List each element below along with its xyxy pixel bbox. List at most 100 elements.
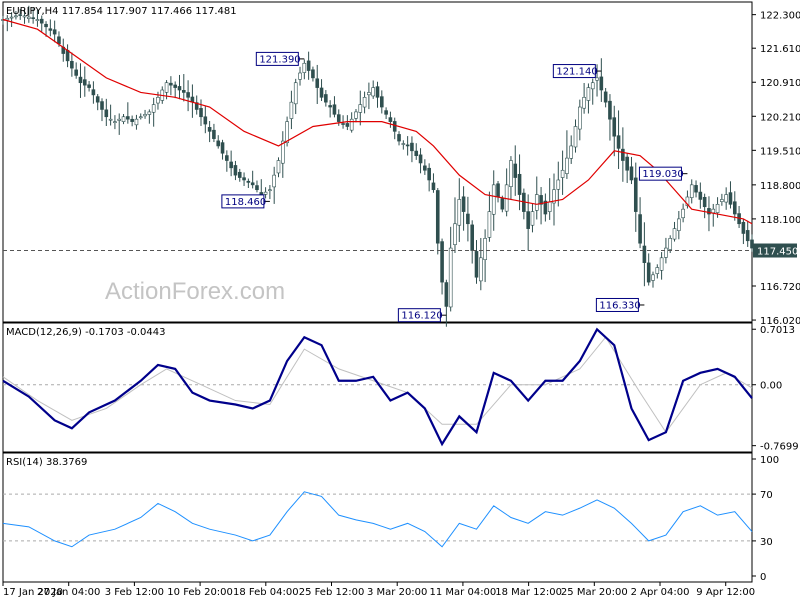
candle-body <box>108 118 113 121</box>
candle-body <box>672 228 677 240</box>
candle-body <box>27 16 31 19</box>
chart-svg: 122.300 121.610 120.910 120.210 119.510 118.8… <box>1 1 800 598</box>
pane-frame-3 <box>2 452 753 583</box>
candle-body <box>595 77 599 81</box>
rsi-axis-label: 30 <box>760 537 773 548</box>
candle-body <box>70 60 74 69</box>
candle-body <box>500 198 505 210</box>
candle-body <box>349 118 354 131</box>
candle-body <box>517 173 522 195</box>
candle-body <box>237 171 242 178</box>
candle-body <box>48 28 53 31</box>
candle-body <box>328 105 332 108</box>
candle-body <box>130 118 134 122</box>
candle-body <box>526 211 530 229</box>
candle-body <box>207 127 212 132</box>
candle-body <box>113 121 117 123</box>
candle-body <box>117 118 122 121</box>
candle-body <box>220 142 225 154</box>
rsi-title: RSI(14) 38.3769 <box>6 457 87 468</box>
candle-body <box>151 104 156 113</box>
candle-body <box>82 79 87 86</box>
candle-body <box>491 184 496 215</box>
price-axis-label: 119.510 <box>760 146 800 157</box>
candle-body <box>655 267 660 274</box>
candle-body <box>453 223 457 245</box>
candle-body <box>689 184 694 198</box>
candle-body <box>720 199 724 202</box>
candle-body <box>479 257 483 282</box>
candle-body <box>401 143 406 145</box>
candle-body <box>177 86 182 91</box>
candle-body <box>732 201 737 215</box>
candle-body <box>39 18 44 24</box>
candle-body <box>91 89 96 96</box>
candle-body <box>410 142 414 152</box>
candle-body <box>573 126 578 148</box>
candle-body <box>638 214 642 244</box>
candle-body <box>625 156 629 171</box>
candle-body <box>435 190 440 244</box>
candle-body <box>677 218 681 231</box>
rsi-axis-label: 0 <box>760 572 766 583</box>
time-axis-label: 18 Mar 12:00 <box>495 587 562 598</box>
candle-body <box>423 165 427 171</box>
candle-body <box>599 76 604 91</box>
candle-body <box>530 211 535 226</box>
candle-body <box>461 196 466 212</box>
annotation-label: 121.140 <box>556 67 597 78</box>
candle-body <box>341 123 345 125</box>
candle-body <box>380 96 384 108</box>
candle-body <box>181 90 186 93</box>
candle-body <box>681 208 685 219</box>
time-axis-label: 2 Apr 04:00 <box>631 587 690 598</box>
candle-body <box>586 87 591 101</box>
candle-body <box>199 108 203 118</box>
chart-root: 122.300 121.610 120.910 120.210 119.510 118.8… <box>0 0 800 600</box>
candle-body <box>263 191 268 195</box>
candle-body <box>715 204 720 213</box>
candle-body <box>375 86 380 98</box>
macd-axis-label: 0.7013 <box>760 325 795 336</box>
candle-body <box>324 94 328 103</box>
candle-body <box>9 16 14 19</box>
candle-body <box>578 106 582 130</box>
candle-body <box>470 224 475 251</box>
candle-body <box>702 196 707 208</box>
candle-body <box>5 17 10 21</box>
annotation-label: 116.330 <box>599 300 640 311</box>
candle-body <box>483 238 487 260</box>
pane-frame-1 <box>2 1 753 323</box>
candle-body <box>612 117 617 137</box>
price-axis-label: 121.610 <box>760 44 800 55</box>
annotation-label: 118.460 <box>225 197 266 208</box>
candle-body <box>143 114 147 117</box>
candle-body <box>651 274 655 281</box>
candle-body <box>384 110 388 115</box>
rsi-axis-label: 100 <box>760 455 779 466</box>
candle-body <box>233 165 238 176</box>
candle-body <box>156 97 160 104</box>
candle-body <box>440 241 444 283</box>
candle-body <box>358 104 363 113</box>
candle-body <box>621 148 625 161</box>
price-axis-label: 118.100 <box>760 215 800 226</box>
candle-body <box>78 76 83 84</box>
candle-body <box>664 247 668 258</box>
candle-body <box>741 221 746 234</box>
candle-body <box>285 121 289 144</box>
candle-body <box>487 211 492 238</box>
candle-body <box>642 245 647 263</box>
candle-body <box>431 182 436 191</box>
candle-body <box>250 182 255 186</box>
candle-body <box>242 177 246 181</box>
candle-body <box>57 36 61 45</box>
price-axis-label: 122.300 <box>760 11 800 22</box>
candle-body <box>569 145 574 159</box>
time-axis-label: 9 Apr 12:00 <box>696 587 755 598</box>
candle-body <box>388 117 393 122</box>
candle-body <box>371 87 375 97</box>
candle-body <box>513 163 518 178</box>
candle-body <box>311 69 315 79</box>
candle-body <box>255 185 259 191</box>
